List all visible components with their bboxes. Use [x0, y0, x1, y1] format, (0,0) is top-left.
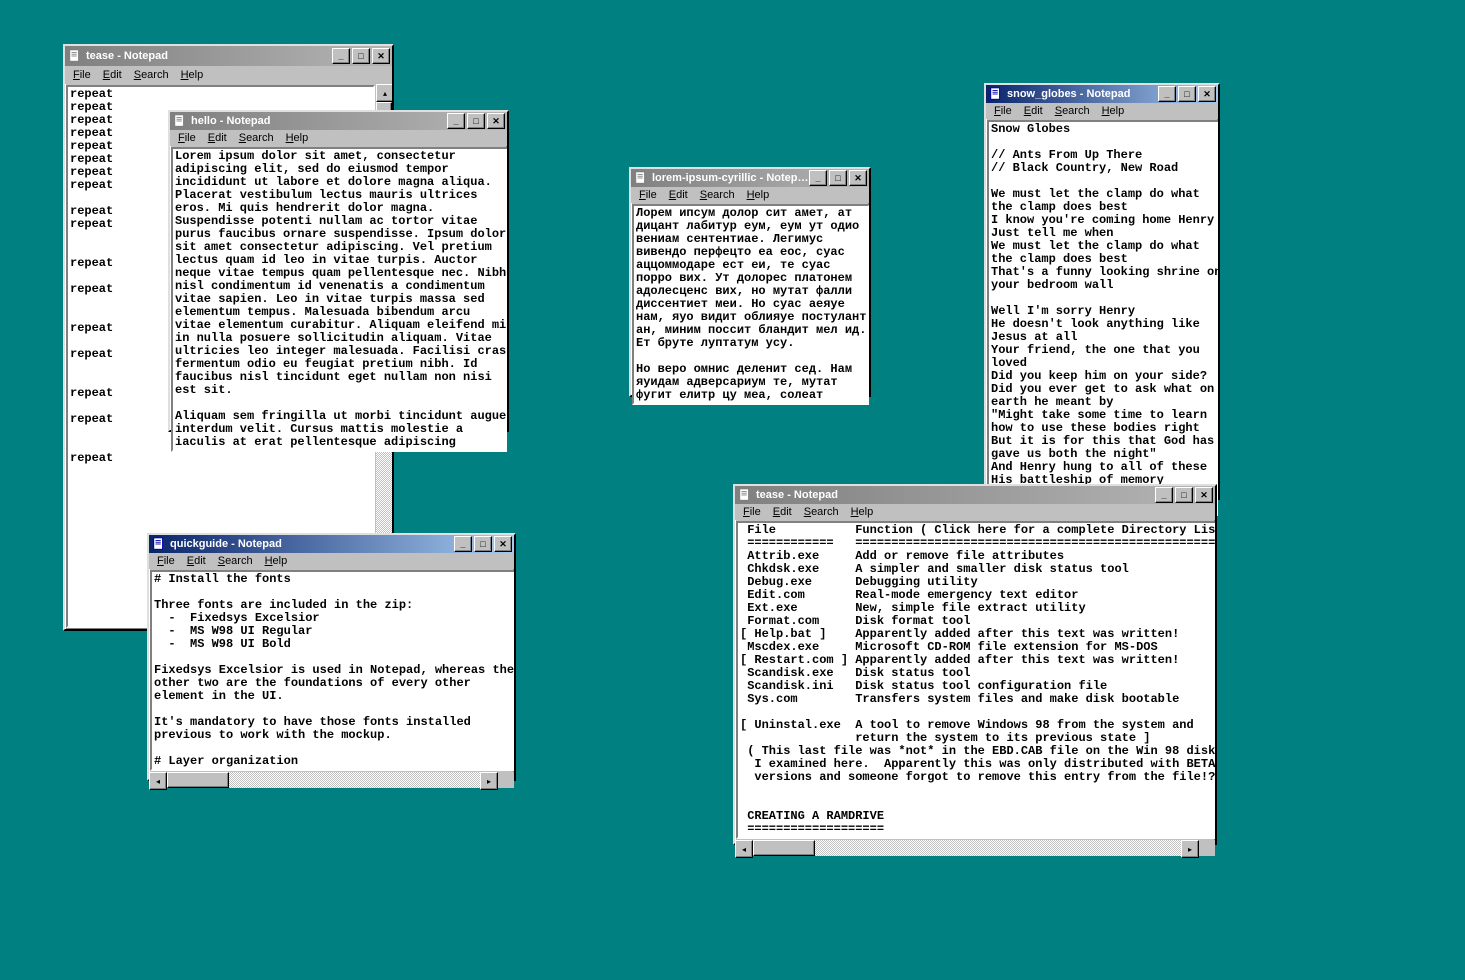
text-content[interactable]: Лорем ипсум долор сит амет, ат дицант ла…	[634, 206, 868, 403]
menu-help[interactable]: Help	[845, 504, 880, 520]
menu-search[interactable]: Search	[694, 187, 741, 203]
menu-help[interactable]: Help	[259, 553, 294, 569]
menubar: File Edit Search Help	[631, 187, 869, 203]
text-content[interactable]: Snow Globes // Ants From Up There // Bla…	[989, 122, 1218, 514]
window-title: hello - Notepad	[191, 115, 447, 127]
close-button[interactable]: ✕	[494, 536, 512, 552]
titlebar-buttons: _ □ ✕	[447, 113, 505, 129]
menu-edit[interactable]: Edit	[202, 130, 233, 146]
menu-file[interactable]: File	[172, 130, 202, 146]
menubar: File Edit Search Help	[735, 504, 1215, 520]
close-button[interactable]: ✕	[849, 170, 867, 186]
notepad-icon	[988, 86, 1004, 102]
titlebar-buttons: _ □ ✕	[809, 170, 867, 186]
titlebar[interactable]: tease - Notepad _ □ ✕	[735, 486, 1215, 504]
maximize-button[interactable]: □	[1175, 487, 1193, 503]
close-button[interactable]: ✕	[1198, 86, 1216, 102]
window-title: quickguide - Notepad	[170, 538, 454, 550]
notepad-window-hello[interactable]: hello - Notepad _ □ ✕ File Edit Search H…	[168, 110, 509, 432]
menu-search[interactable]: Search	[212, 553, 259, 569]
window-title: snow_globes - Notepad	[1007, 88, 1158, 100]
text-content[interactable]: # Install the fonts Three fonts are incl…	[152, 572, 514, 769]
minimize-button[interactable]: _	[447, 113, 465, 129]
scroll-left-button[interactable]: ◂	[735, 840, 753, 858]
minimize-button[interactable]: _	[454, 536, 472, 552]
menu-search[interactable]: Search	[798, 504, 845, 520]
menu-edit[interactable]: Edit	[181, 553, 212, 569]
notepad-icon	[151, 536, 167, 552]
menu-file[interactable]: File	[633, 187, 663, 203]
horizontal-scrollbar[interactable]: ◂ ▸	[149, 772, 498, 788]
notepad-window-cyrillic[interactable]: lorem-ipsum-cyrillic - Notepad _ □ ✕ Fil…	[629, 167, 871, 397]
menu-edit[interactable]: Edit	[97, 67, 128, 83]
notepad-icon	[633, 170, 649, 186]
scroll-corner	[1199, 840, 1215, 856]
menu-file[interactable]: File	[988, 103, 1018, 119]
notepad-icon	[737, 487, 753, 503]
minimize-button[interactable]: _	[1155, 487, 1173, 503]
window-title: tease - Notepad	[86, 50, 332, 62]
notepad-icon	[67, 48, 83, 64]
maximize-button[interactable]: □	[352, 48, 370, 64]
window-title: tease - Notepad	[756, 489, 1155, 501]
text-content[interactable]: Lorem ipsum dolor sit amet, consectetur …	[173, 149, 507, 450]
titlebar-buttons: _ □ ✕	[454, 536, 512, 552]
close-button[interactable]: ✕	[1195, 487, 1213, 503]
menu-edit[interactable]: Edit	[1018, 103, 1049, 119]
scroll-thumb[interactable]	[753, 840, 815, 856]
scroll-track[interactable]	[753, 840, 1181, 856]
minimize-button[interactable]: _	[332, 48, 350, 64]
scroll-right-button[interactable]: ▸	[1181, 840, 1199, 858]
menubar: File Edit Search Help	[170, 130, 507, 146]
maximize-button[interactable]: □	[474, 536, 492, 552]
scroll-left-button[interactable]: ◂	[149, 772, 167, 790]
titlebar[interactable]: quickguide - Notepad _ □ ✕	[149, 535, 514, 553]
minimize-button[interactable]: _	[1158, 86, 1176, 102]
close-button[interactable]: ✕	[487, 113, 505, 129]
maximize-button[interactable]: □	[829, 170, 847, 186]
menubar: File Edit Search Help	[149, 553, 514, 569]
menu-file[interactable]: File	[151, 553, 181, 569]
menu-file[interactable]: File	[67, 67, 97, 83]
menubar: File Edit Search Help	[986, 103, 1218, 119]
text-content[interactable]: File Function ( Click here for a complet…	[738, 523, 1215, 837]
maximize-button[interactable]: □	[467, 113, 485, 129]
menu-edit[interactable]: Edit	[767, 504, 798, 520]
notepad-window-tease-directory[interactable]: tease - Notepad _ □ ✕ File Edit Search H…	[733, 484, 1217, 845]
notepad-window-quickguide[interactable]: quickguide - Notepad _ □ ✕ File Edit Sea…	[147, 533, 516, 781]
scroll-up-button[interactable]: ▴	[376, 84, 392, 102]
scroll-thumb[interactable]	[167, 772, 229, 788]
titlebar-buttons: _ □ ✕	[1155, 487, 1213, 503]
maximize-button[interactable]: □	[1178, 86, 1196, 102]
menu-search[interactable]: Search	[128, 67, 175, 83]
titlebar[interactable]: snow_globes - Notepad _ □ ✕	[986, 85, 1218, 103]
titlebar[interactable]: lorem-ipsum-cyrillic - Notepad _ □ ✕	[631, 169, 869, 187]
menu-file[interactable]: File	[737, 504, 767, 520]
menu-help[interactable]: Help	[280, 130, 315, 146]
scroll-right-button[interactable]: ▸	[480, 772, 498, 790]
titlebar-buttons: _ □ ✕	[1158, 86, 1216, 102]
menu-search[interactable]: Search	[233, 130, 280, 146]
scroll-track[interactable]	[167, 772, 480, 788]
notepad-icon	[172, 113, 188, 129]
menubar: File Edit Search Help	[65, 66, 392, 84]
menu-help[interactable]: Help	[175, 67, 210, 83]
menu-edit[interactable]: Edit	[663, 187, 694, 203]
menu-help[interactable]: Help	[741, 187, 776, 203]
scroll-corner	[498, 772, 514, 788]
titlebar-buttons: _ □ ✕	[332, 48, 390, 64]
menu-help[interactable]: Help	[1096, 103, 1131, 119]
close-button[interactable]: ✕	[372, 48, 390, 64]
titlebar[interactable]: hello - Notepad _ □ ✕	[170, 112, 507, 130]
minimize-button[interactable]: _	[809, 170, 827, 186]
horizontal-scrollbar[interactable]: ◂ ▸	[735, 840, 1199, 856]
menu-search[interactable]: Search	[1049, 103, 1096, 119]
notepad-window-snow-globes[interactable]: snow_globes - Notepad _ □ ✕ File Edit Se…	[984, 83, 1220, 500]
window-title: lorem-ipsum-cyrillic - Notepad	[652, 172, 809, 184]
titlebar[interactable]: tease - Notepad _ □ ✕	[65, 46, 392, 66]
